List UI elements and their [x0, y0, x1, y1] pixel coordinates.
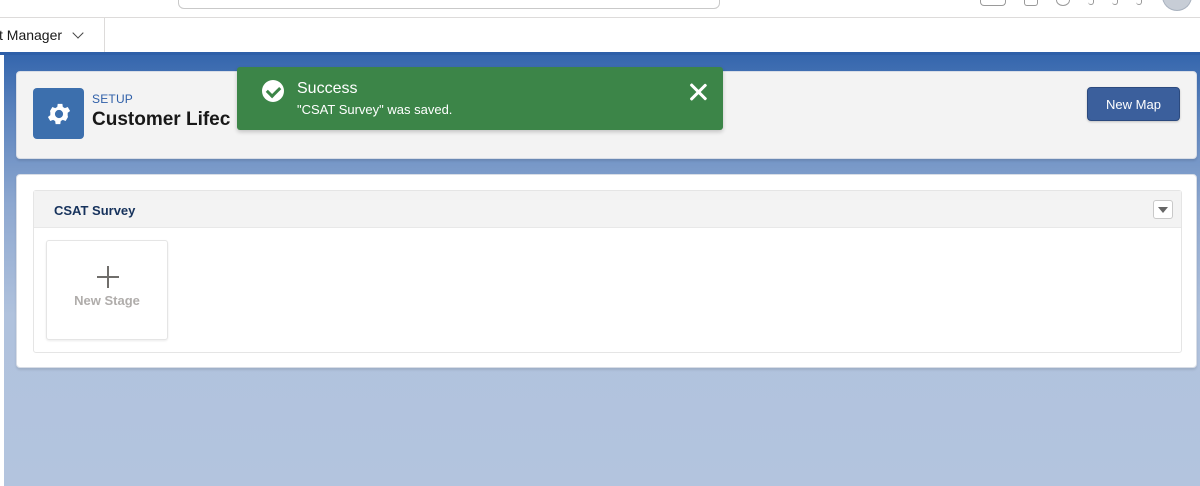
chevron-down-icon[interactable]	[72, 27, 84, 39]
page-left-edge	[0, 55, 4, 486]
app-nav-bar: ct Manager	[0, 18, 1200, 55]
new-stage-label: New Stage	[74, 293, 140, 308]
toast-title: Success	[297, 80, 358, 97]
page-eyebrow: SETUP	[92, 92, 134, 106]
plus-icon	[97, 266, 119, 288]
section-title: CSAT Survey	[54, 203, 136, 218]
help-icon[interactable]	[1088, 0, 1094, 5]
add-icon[interactable]	[1024, 0, 1038, 6]
trailhead-icon[interactable]	[1056, 0, 1070, 6]
section-header: CSAT Survey	[34, 191, 1181, 228]
section-menu-button[interactable]	[1153, 200, 1173, 219]
success-toast: Success "CSAT Survey" was saved.	[237, 67, 723, 130]
global-header	[0, 0, 1200, 18]
gear-icon	[33, 88, 84, 139]
gear-icon-svg	[47, 103, 70, 124]
caret-down-icon	[1158, 206, 1168, 213]
page-title: Customer Lifec	[92, 109, 231, 130]
check-circle-icon	[262, 80, 284, 102]
app-nav-dropdown[interactable]: ct Manager	[0, 18, 105, 52]
new-map-button[interactable]: New Map	[1087, 87, 1180, 121]
header-utility-icons	[980, 0, 1192, 11]
main-card: CSAT Survey New Stage	[16, 174, 1197, 368]
survey-section: CSAT Survey New Stage	[33, 190, 1182, 353]
global-search-input[interactable]	[178, 0, 720, 9]
favorites-icon[interactable]	[980, 0, 1006, 6]
new-stage-tile[interactable]: New Stage	[46, 240, 168, 340]
notifications-icon[interactable]	[1136, 0, 1142, 5]
setup-gear-icon[interactable]	[1112, 0, 1118, 5]
user-avatar[interactable]	[1162, 0, 1192, 11]
app-nav-label: ct Manager	[0, 27, 63, 43]
toast-message: "CSAT Survey" was saved.	[297, 102, 453, 117]
close-icon[interactable]	[687, 81, 709, 103]
